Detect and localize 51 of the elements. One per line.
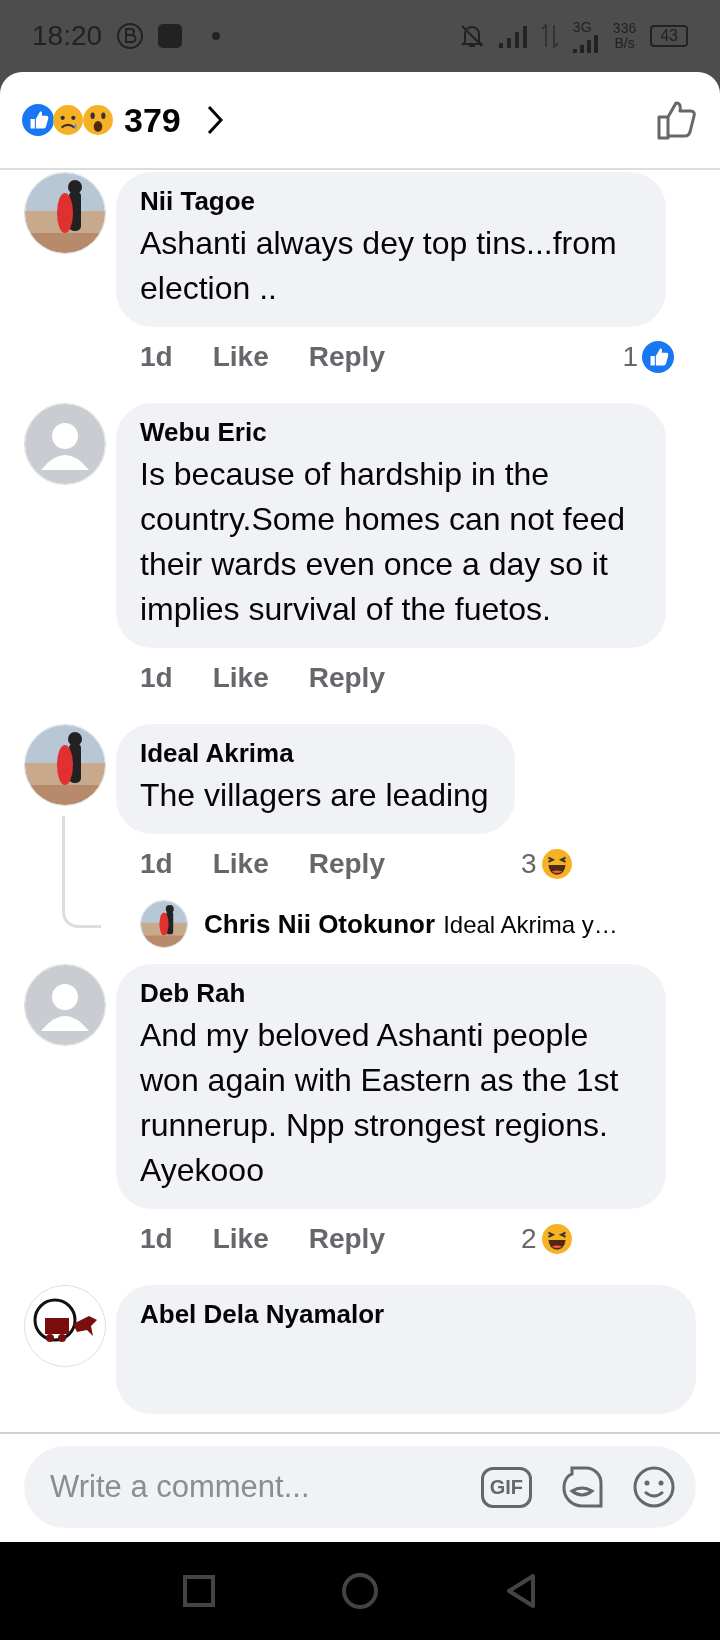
commenter-name[interactable]: Nii Tagoe xyxy=(140,186,640,217)
chevron-right-icon[interactable] xyxy=(206,105,223,135)
commenter-name[interactable]: Ideal Akrima xyxy=(140,738,489,769)
comment-text: Is because of hardship in the country.Some homes can not feed their wards even once a day so it implies survival of the fuetos. xyxy=(140,455,626,629)
like-button[interactable]: Like xyxy=(212,1223,269,1255)
laughing-face-icon xyxy=(540,848,573,880)
comment-time: 1d xyxy=(140,341,173,373)
reaction-count[interactable]: 2 xyxy=(520,1223,537,1255)
thumbs-up-icon xyxy=(22,104,54,136)
reaction-count[interactable]: 3 xyxy=(520,848,537,880)
comment-time: 1d xyxy=(140,848,173,880)
comment-bubble[interactable]: Abel Dela Nyamalor xyxy=(116,1285,696,1414)
signal-icon xyxy=(572,34,599,53)
reply-button[interactable]: Reply xyxy=(308,848,385,880)
comment-text: And my beloved Ashanti people won again with Eastern as the 1st runnerup. Npp strongest regions. Ayekooo xyxy=(140,1016,620,1190)
bell-off-icon xyxy=(458,23,485,49)
reply-button[interactable]: Reply xyxy=(308,341,385,373)
commenter-name[interactable]: Deb Rah xyxy=(140,978,640,1009)
smiley-icon[interactable] xyxy=(632,1465,676,1509)
like-button[interactable]: Like xyxy=(212,341,269,373)
sad-face-icon xyxy=(52,104,84,136)
laughing-face-icon xyxy=(540,1223,573,1255)
square-icon xyxy=(158,24,183,48)
comment-bubble[interactable]: Ideal Akrima The villagers are leading xyxy=(116,724,515,834)
circle-b-icon xyxy=(116,22,145,50)
thumbs-up-icon[interactable] xyxy=(656,99,698,141)
comment-field[interactable]: Write a comment... GIF xyxy=(24,1446,696,1528)
commenter-name[interactable]: Abel Dela Nyamalor xyxy=(140,1299,670,1330)
comment-time: 1d xyxy=(140,662,173,694)
commenter-name[interactable]: Webu Eric xyxy=(140,417,640,448)
like-button[interactable]: Like xyxy=(212,662,269,694)
dot-icon xyxy=(212,32,221,40)
comment-bubble[interactable]: Webu Eric Is because of hardship in the country.Some homes can not feed their wards even once a day so it implies survival of the fuetos. xyxy=(116,403,666,648)
gif-button[interactable]: GIF xyxy=(480,1466,532,1508)
surprised-face-icon xyxy=(82,104,114,136)
thumbs-up-icon xyxy=(642,341,674,373)
comment-time: 1d xyxy=(140,1223,173,1255)
comment-text: The villagers are leading xyxy=(140,776,489,815)
sticker-icon[interactable] xyxy=(560,1465,604,1509)
comment-text: Ashanti always dey top tins...from election .. xyxy=(140,224,618,308)
comment-bubble[interactable]: Nii Tagoe Ashanti always dey top tins...from election .. xyxy=(116,172,666,327)
reply-preview[interactable]: Ideal Akrima y… xyxy=(443,910,618,939)
comment-bubble[interactable]: Deb Rah And my beloved Ashanti people won again with Eastern as the 1st runnerup. Npp strongest regions. Ayekooo xyxy=(116,964,666,1209)
reply-button[interactable]: Reply xyxy=(308,1223,385,1255)
reaction-count[interactable]: 379 xyxy=(124,100,181,140)
reaction-count[interactable]: 1 xyxy=(622,341,638,373)
signal-icon xyxy=(498,24,527,48)
data-arrows-icon xyxy=(540,23,559,49)
reply-button[interactable]: Reply xyxy=(308,662,385,694)
reply-author[interactable]: Chris Nii Otokunor xyxy=(204,908,436,940)
like-button[interactable]: Like xyxy=(212,848,269,880)
